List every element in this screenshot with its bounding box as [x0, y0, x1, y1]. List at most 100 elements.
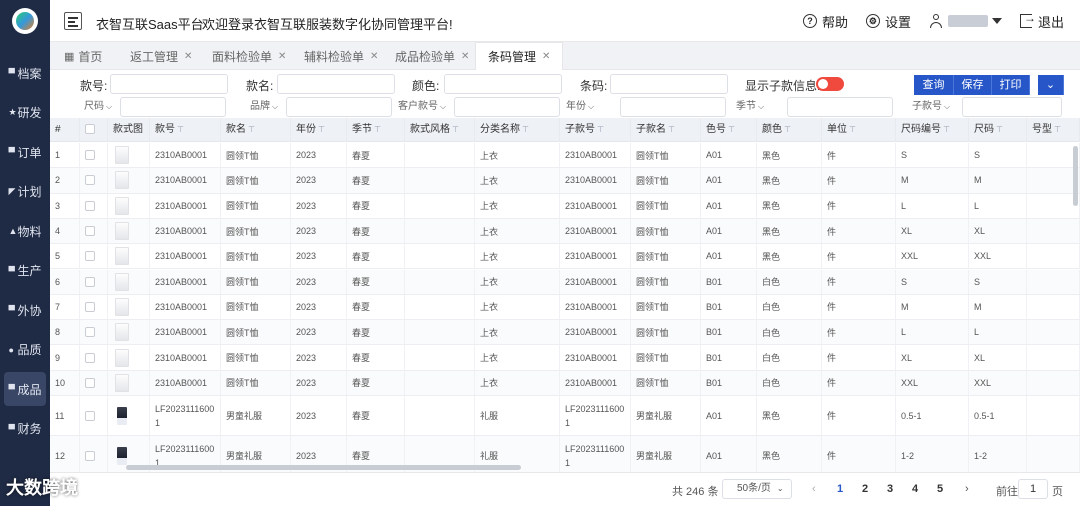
- filter-icon[interactable]: ⊤: [452, 125, 459, 134]
- garment-thumbnail[interactable]: [115, 297, 129, 316]
- row-checkbox[interactable]: [85, 150, 95, 161]
- row-checkbox-cell[interactable]: [80, 143, 108, 168]
- garment-thumbnail[interactable]: [115, 247, 129, 266]
- filter-input-0[interactable]: [120, 97, 226, 117]
- close-icon[interactable]: ✕: [370, 51, 378, 62]
- filter-icon[interactable]: ⊤: [177, 125, 184, 134]
- horizontal-scrollbar[interactable]: [126, 465, 521, 470]
- row-checkbox-cell[interactable]: [80, 193, 108, 218]
- column-header-10[interactable]: 子款名 ⊤: [631, 118, 701, 142]
- row-checkbox-cell[interactable]: [80, 396, 108, 435]
- sidebar-item-3[interactable]: ◤ 计划: [0, 175, 50, 209]
- row-checkbox[interactable]: [85, 377, 95, 388]
- table-row[interactable]: 11 LF2023111600 1 男童礼服 2023 春夏 礼服 LF2023111600…: [50, 396, 1080, 436]
- tab-home[interactable]: ▦ 首页: [64, 42, 102, 70]
- column-header-8[interactable]: 分类名称 ⊤: [475, 118, 560, 142]
- tab-item-2[interactable]: 辅料检验单 ✕: [304, 42, 378, 70]
- filter-input-5[interactable]: [962, 97, 1062, 117]
- garment-thumbnail[interactable]: [115, 373, 129, 392]
- row-checkbox[interactable]: [85, 410, 95, 421]
- filter-input-4[interactable]: [787, 97, 893, 117]
- column-header-0[interactable]: #: [50, 118, 80, 142]
- close-icon[interactable]: ✕: [542, 51, 550, 62]
- filter-select-2[interactable]: 客户款号 ⌵: [398, 97, 446, 117]
- filter-icon[interactable]: ⊤: [849, 125, 856, 134]
- filter-icon[interactable]: ⊤: [318, 125, 325, 134]
- row-checkbox-cell[interactable]: [80, 345, 108, 370]
- row-checkbox-cell[interactable]: [80, 370, 108, 395]
- column-header-12[interactable]: 颜色 ⊤: [757, 118, 822, 142]
- garment-thumbnail[interactable]: [117, 406, 127, 425]
- row-checkbox[interactable]: [85, 175, 95, 186]
- filter-icon[interactable]: ⊤: [943, 125, 950, 134]
- filter-icon[interactable]: ⊤: [522, 125, 529, 134]
- close-icon[interactable]: ✕: [461, 51, 469, 62]
- page-number-2[interactable]: 2: [862, 483, 868, 495]
- column-header-11[interactable]: 色号 ⊤: [701, 118, 757, 142]
- sidebar-item-9[interactable]: ▀ 财务: [0, 412, 50, 446]
- page-size-select[interactable]: 50条/页 ⌄: [722, 479, 792, 499]
- column-header-7[interactable]: 款式风格 ⊤: [405, 118, 475, 142]
- table-row[interactable]: 2 2310AB0001 圆领T恤 2023 春夏 上衣 2310AB0001 圆领T恤 A01…: [50, 168, 1080, 194]
- sidebar-item-8[interactable]: ▀ 成品: [4, 372, 46, 406]
- row-checkbox-cell[interactable]: [80, 294, 108, 320]
- filter-icon[interactable]: ⊤: [728, 125, 735, 134]
- logout-button[interactable]: 退出: [1019, 11, 1064, 31]
- tab-item-1[interactable]: 面料检验单 ✕: [212, 42, 286, 70]
- column-header-4[interactable]: 款名 ⊤: [221, 118, 291, 142]
- row-checkbox-cell[interactable]: [80, 269, 108, 294]
- more-dropdown-button[interactable]: ⌄: [1030, 75, 1064, 95]
- next-page-icon[interactable]: ›: [965, 483, 969, 495]
- style-name-input[interactable]: [277, 74, 395, 94]
- show-child-toggle[interactable]: [816, 77, 844, 91]
- row-checkbox[interactable]: [85, 251, 95, 262]
- sidebar-item-6[interactable]: ▀ 外协: [0, 293, 50, 327]
- column-header-14[interactable]: 尺码编号 ⊤: [896, 118, 969, 142]
- garment-thumbnail[interactable]: [115, 196, 129, 215]
- print-button[interactable]: 打印: [992, 75, 1030, 95]
- sidebar-item-7[interactable]: ● 品质: [0, 333, 50, 367]
- column-header-9[interactable]: 子款号 ⊤: [560, 118, 631, 142]
- table-row[interactable]: 7 2310AB0001 圆领T恤 2023 春夏 上衣 2310AB0001 圆领T恤 B01…: [50, 294, 1080, 321]
- style-no-input[interactable]: [110, 74, 228, 94]
- filter-icon[interactable]: ⊤: [1054, 125, 1061, 134]
- filter-select-3[interactable]: 年份 ⌵: [566, 97, 594, 117]
- table-row[interactable]: 3 2310AB0001 圆领T恤 2023 春夏 上衣 2310AB0001 圆领T恤 A01…: [50, 193, 1080, 219]
- garment-thumbnail[interactable]: [117, 446, 127, 465]
- filter-icon[interactable]: ⊤: [597, 125, 604, 134]
- app-logo[interactable]: [12, 8, 38, 34]
- filter-icon[interactable]: ⊤: [248, 125, 255, 134]
- query-button[interactable]: 查询: [914, 75, 954, 95]
- row-checkbox[interactable]: [85, 276, 95, 287]
- page-number-5[interactable]: 5: [937, 483, 943, 495]
- vertical-scrollbar[interactable]: [1073, 146, 1078, 206]
- tab-item-0[interactable]: 返工管理 ✕: [130, 42, 192, 70]
- garment-thumbnail[interactable]: [115, 171, 129, 190]
- table-row[interactable]: 4 2310AB0001 圆领T恤 2023 春夏 上衣 2310AB0001 圆领T恤 A01…: [50, 218, 1080, 245]
- row-checkbox[interactable]: [85, 450, 95, 461]
- page-number-1[interactable]: 1: [837, 483, 843, 495]
- filter-select-1[interactable]: 品牌 ⌵: [250, 97, 278, 117]
- filter-select-5[interactable]: 子款号 ⌵: [912, 97, 950, 117]
- row-checkbox[interactable]: [85, 226, 95, 237]
- column-header-3[interactable]: 款号 ⊤: [150, 118, 221, 142]
- garment-thumbnail[interactable]: [115, 323, 129, 342]
- column-header-15[interactable]: 尺码 ⊤: [969, 118, 1027, 142]
- settings-button[interactable]: ⚙ 设置: [865, 12, 911, 31]
- sidebar-item-2[interactable]: ▀ 订单: [0, 135, 50, 169]
- row-checkbox-cell[interactable]: [80, 218, 108, 244]
- column-header-5[interactable]: 年份 ⊤: [291, 118, 347, 142]
- filter-input-1[interactable]: [286, 97, 392, 117]
- tab-item-3[interactable]: 成品检验单 ✕: [395, 42, 469, 70]
- page-number-4[interactable]: 4: [912, 483, 918, 495]
- table-row[interactable]: 1 2310AB0001 圆领T恤 2023 春夏 上衣 2310AB0001 圆领T恤 A01…: [50, 143, 1080, 169]
- user-menu[interactable]: [929, 14, 1002, 28]
- filter-select-0[interactable]: 尺码 ⌵: [84, 97, 112, 117]
- filter-input-2[interactable]: [454, 97, 560, 117]
- select-all-checkbox[interactable]: [85, 124, 95, 134]
- garment-thumbnail[interactable]: [115, 348, 129, 367]
- garment-thumbnail[interactable]: [115, 222, 129, 241]
- help-button[interactable]: ? 帮助: [802, 12, 848, 31]
- garment-thumbnail[interactable]: [115, 272, 129, 291]
- row-checkbox[interactable]: [85, 200, 95, 211]
